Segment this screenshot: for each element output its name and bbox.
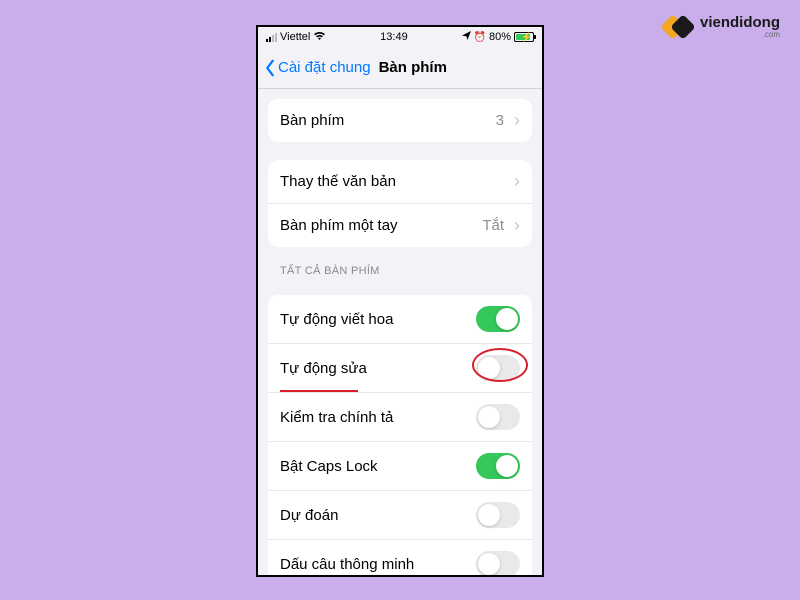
group-text-options: Thay thế văn bản › Bàn phím một tay Tắt …	[268, 160, 532, 247]
highlight-circle	[472, 348, 528, 382]
watermark-logo-icon	[664, 14, 694, 40]
toggle-label: Tự động viết hoa	[280, 311, 393, 328]
toggle-label: Kiểm tra chính tả	[280, 409, 393, 426]
toggle-switch[interactable]	[476, 551, 520, 575]
row-label: Thay thế văn bản	[280, 173, 396, 190]
toggle-row: Dự đoán	[268, 491, 532, 540]
toggle-row: Tự động viết hoa	[268, 295, 532, 344]
signal-icon	[266, 33, 277, 42]
battery-pct: 80%	[489, 31, 511, 43]
toggle-row: Bật Caps Lock	[268, 442, 532, 491]
toggle-switch[interactable]	[476, 404, 520, 430]
toggle-label: Dự đoán	[280, 507, 338, 524]
phone-frame: Viettel 13:49 ⏰ 80% ⚡ Cài đặt chung Bàn …	[256, 25, 544, 577]
toggle-switch[interactable]	[476, 453, 520, 479]
chevron-right-icon: ›	[514, 110, 520, 131]
row-keyboards[interactable]: Bàn phím 3 ›	[268, 99, 532, 142]
status-bar: Viettel 13:49 ⏰ 80% ⚡	[258, 27, 542, 47]
wifi-icon	[313, 31, 326, 44]
section-header: TẤT CẢ BÀN PHÍM	[258, 265, 542, 283]
row-label: Bàn phím một tay	[280, 217, 398, 234]
scroll-content[interactable]: Bàn phím 3 › Thay thế văn bản › Bàn phím…	[258, 89, 542, 575]
alarm-icon: ⏰	[474, 32, 486, 43]
carrier-label: Viettel	[280, 31, 310, 43]
row-label: Bàn phím	[280, 112, 344, 129]
chevron-left-icon	[264, 59, 276, 77]
toggle-row: Dấu câu thông minh	[268, 540, 532, 575]
chevron-right-icon: ›	[514, 215, 520, 236]
nav-bar: Cài đặt chung Bàn phím	[258, 47, 542, 89]
toggle-label: Bật Caps Lock	[280, 458, 378, 475]
watermark: viendidong .com	[664, 14, 780, 40]
toggle-switch[interactable]	[476, 306, 520, 332]
toggle-row: Kiểm tra chính tả	[268, 393, 532, 442]
location-icon	[462, 31, 471, 43]
row-text-replacement[interactable]: Thay thế văn bản ›	[268, 160, 532, 204]
group-keyboards: Bàn phím 3 ›	[268, 99, 532, 142]
status-time: 13:49	[380, 31, 408, 43]
battery-icon: ⚡	[514, 32, 534, 42]
highlight-underline	[280, 390, 358, 392]
watermark-tld: .com	[700, 30, 780, 39]
toggle-row: Tự động sửa	[268, 344, 532, 393]
toggle-switch[interactable]	[476, 502, 520, 528]
chevron-right-icon: ›	[514, 171, 520, 192]
row-one-handed[interactable]: Bàn phím một tay Tắt ›	[268, 204, 532, 247]
toggle-label: Tự động sửa	[280, 360, 367, 377]
back-label: Cài đặt chung	[278, 59, 371, 76]
toggle-label: Dấu câu thông minh	[280, 556, 414, 573]
row-value: Tắt	[482, 217, 504, 234]
row-value: 3	[496, 112, 504, 129]
page-title: Bàn phím	[379, 59, 447, 76]
back-button[interactable]: Cài đặt chung	[264, 59, 371, 77]
group-all-keyboards: Tự động viết hoa Tự động sửa Kiểm tra chín…	[268, 295, 532, 575]
watermark-brand: viendidong	[700, 15, 780, 30]
